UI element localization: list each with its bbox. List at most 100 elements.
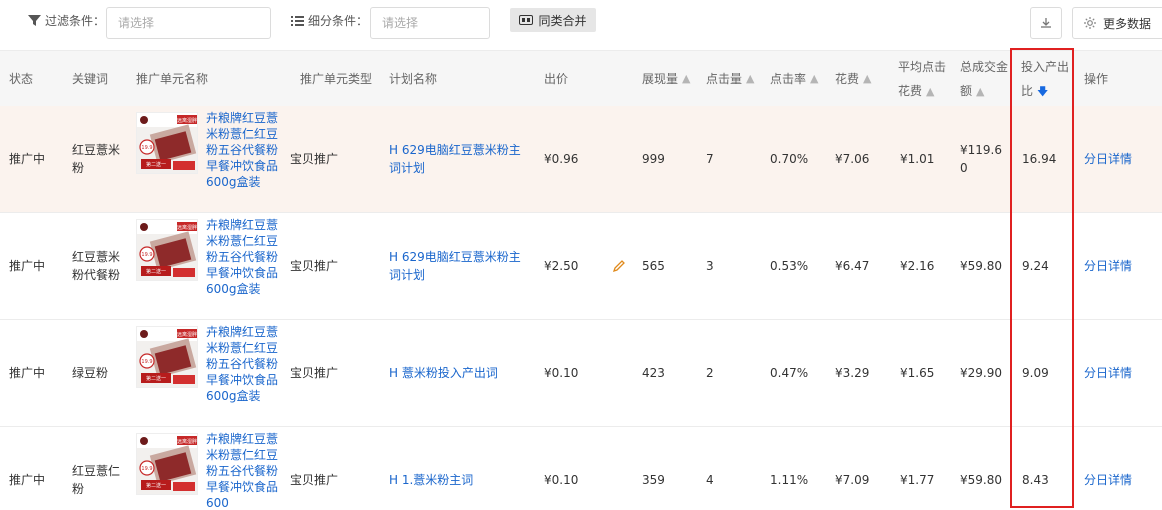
product-name-link[interactable]: 卉粮牌红豆薏米粉薏仁红豆粉五谷代餐粉早餐冲饮食品600g盒装 (206, 324, 278, 404)
cell-keyword: 红豆薏米粉代餐粉 (72, 250, 121, 282)
cell-bid: ¥0.96 (544, 152, 579, 166)
cell-gmv: ¥59.80 (960, 473, 1002, 487)
cell-avg-cpc: ¥2.16 (900, 259, 935, 273)
segment-select[interactable]: 请选择 (370, 7, 490, 39)
filter-select[interactable]: 请选择 (106, 7, 271, 39)
header-keyword: 关键词 (72, 72, 109, 86)
cell-unit-type: 宝贝推广 (290, 259, 339, 273)
header-avg-cpc[interactable]: 平均点击 花费 ▲ (898, 51, 946, 107)
header-roi[interactable]: 投入产出 比 🡇 (1021, 51, 1069, 107)
sort-up-icon[interactable]: ▲ (746, 67, 754, 91)
cell-status: 推广中 (9, 152, 46, 166)
cell-unit-type: 宝贝推广 (290, 473, 339, 487)
cell-gmv: ¥29.90 (960, 366, 1002, 380)
table-row: 推广中 绿豆粉 远离湿胖 19.9 第二送一 卉粮牌红豆薏米粉薏仁红豆粉五谷代餐… (0, 320, 1162, 427)
header-action: 操作 (1084, 72, 1109, 86)
daily-detail-link[interactable]: 分日详情 (1084, 213, 1132, 319)
cell-clicks: 2 (706, 366, 714, 380)
sort-up-icon[interactable]: ▲ (976, 85, 984, 98)
daily-detail-link[interactable]: 分日详情 (1084, 320, 1132, 426)
download-button[interactable] (1030, 7, 1062, 39)
cell-roi: 9.24 (1022, 259, 1049, 273)
cell-avg-cpc: ¥1.65 (900, 366, 935, 380)
thumb-price: 19.9 (141, 359, 152, 365)
more-data-label: 更多数据 (1103, 16, 1152, 31)
list-icon (291, 15, 304, 26)
merge-icon (519, 15, 534, 25)
cell-bid: ¥2.50 (544, 259, 579, 273)
cell-roi: 16.94 (1022, 152, 1057, 166)
cell-keyword: 红豆薏仁粉 (72, 464, 121, 496)
cell-avg-cpc: ¥1.01 (900, 152, 935, 166)
table-header: 状态 关键词 推广单元名称 推广单元类型 计划名称 出价 展现量 ▲ 点击量 ▲ 点… (0, 50, 1162, 106)
download-icon (1041, 18, 1051, 28)
sort-up-icon[interactable]: ▲ (863, 67, 871, 91)
cell-cost: ¥7.09 (835, 473, 870, 487)
thumb-second: 第二送一 (146, 375, 166, 382)
product-thumbnail[interactable]: 远离湿胖 19.9 第二送一 (136, 112, 198, 174)
filter-label: 过滤条件： (45, 14, 106, 28)
cell-gmv: ¥59.80 (960, 259, 1002, 273)
sort-up-icon[interactable]: ▲ (682, 67, 690, 91)
product-name-link[interactable]: 卉粮牌红豆薏米粉薏仁红豆粉五谷代餐粉早餐冲饮食品600g盒装 (206, 110, 278, 190)
segment-label: 细分条件： (308, 14, 369, 28)
cell-ctr: 0.70% (770, 152, 809, 166)
header-unit-name: 推广单元名称 (136, 72, 209, 86)
sort-up-icon[interactable]: ▲ (810, 67, 818, 91)
cell-ctr: 0.53% (770, 259, 809, 273)
daily-detail-link[interactable]: 分日详情 (1084, 427, 1132, 510)
table-row: 推广中 红豆薏仁粉 远离湿胖 19.9 第二送一 卉粮牌红豆薏米粉薏仁红豆粉五谷… (0, 427, 1162, 510)
header-gmv[interactable]: 总成交金 额 ▲ (960, 51, 1008, 107)
table-row: 推广中 红豆薏米粉代餐粉 远离湿胖 19.9 第二送一 卉粮牌红豆薏米粉薏仁红豆… (0, 213, 1162, 320)
merge-similar-button[interactable]: 同类合并 (510, 8, 596, 32)
cell-clicks: 3 (706, 259, 714, 273)
plan-name-link[interactable]: H 629电脑红豆薏米粉主词计划 (389, 213, 529, 319)
product-thumbnail[interactable]: 远离湿胖 19.9 第二送一 (136, 326, 198, 388)
thumb-price: 19.9 (141, 252, 152, 258)
cell-keyword: 绿豆粉 (72, 366, 109, 380)
thumb-price: 19.9 (141, 466, 152, 472)
table-row: 推广中 红豆薏米粉 远离湿胖 19.9 第二送一 卉粮牌红豆薏米粉薏仁红豆粉五谷… (0, 106, 1162, 213)
product-thumbnail[interactable]: 远离湿胖 19.9 第二送一 (136, 433, 198, 495)
product-name-link[interactable]: 卉粮牌红豆薏米粉薏仁红豆粉五谷代餐粉早餐冲饮食品600g盒装 (206, 217, 278, 297)
merge-label: 同类合并 (538, 13, 587, 28)
filter-label-group: 过滤条件： (28, 12, 105, 29)
gear-icon (1084, 17, 1096, 29)
thumb-promo: 远离湿胖 (177, 117, 197, 124)
thumb-second: 第二送一 (146, 268, 166, 275)
cell-avg-cpc: ¥1.77 (900, 473, 935, 487)
cell-roi: 9.09 (1022, 366, 1049, 380)
header-status: 状态 (9, 72, 34, 86)
cell-clicks: 4 (706, 473, 714, 487)
cell-impressions: 999 (642, 152, 665, 166)
sort-up-icon[interactable]: ▲ (926, 85, 934, 98)
more-data-button[interactable]: 更多数据 (1072, 7, 1162, 39)
daily-detail-link[interactable]: 分日详情 (1084, 106, 1132, 212)
thumb-second: 第二送一 (146, 161, 166, 168)
product-name-link[interactable]: 卉粮牌红豆薏米粉薏仁红豆粉五谷代餐粉早餐冲饮食品600 (206, 431, 278, 510)
thumb-second: 第二送一 (146, 482, 166, 489)
header-cost[interactable]: 花费 ▲ (835, 51, 871, 107)
plan-name-link[interactable]: H 629电脑红豆薏米粉主词计划 (389, 106, 529, 212)
thumb-promo: 远离湿胖 (177, 224, 197, 231)
header-clicks[interactable]: 点击量 ▲ (706, 51, 754, 107)
sort-down-active-icon[interactable]: 🡇 (1037, 85, 1048, 98)
header-ctr[interactable]: 点击率 ▲ (770, 51, 818, 107)
plan-name-link[interactable]: H 1.薏米粉主词 (389, 427, 529, 510)
cell-ctr: 1.11% (770, 473, 809, 487)
cell-gmv: ¥119.60 (960, 143, 1002, 175)
plan-name-link[interactable]: H 薏米粉投入产出词 (389, 320, 529, 426)
thumb-promo: 远离湿胖 (177, 331, 197, 338)
header-unit-type: 推广单元类型 (300, 72, 373, 86)
header-impressions[interactable]: 展现量 ▲ (642, 51, 690, 107)
cell-cost: ¥6.47 (835, 259, 870, 273)
edit-bid-icon[interactable] (612, 259, 628, 275)
thumb-price: 19.9 (141, 145, 152, 151)
cell-roi: 8.43 (1022, 473, 1049, 487)
product-thumbnail[interactable]: 远离湿胖 19.9 第二送一 (136, 219, 198, 281)
header-plan-name: 计划名称 (389, 72, 438, 86)
cell-unit-type: 宝贝推广 (290, 366, 339, 380)
cell-impressions: 423 (642, 366, 665, 380)
header-bid: 出价 (544, 72, 569, 86)
filter-icon (28, 15, 41, 26)
